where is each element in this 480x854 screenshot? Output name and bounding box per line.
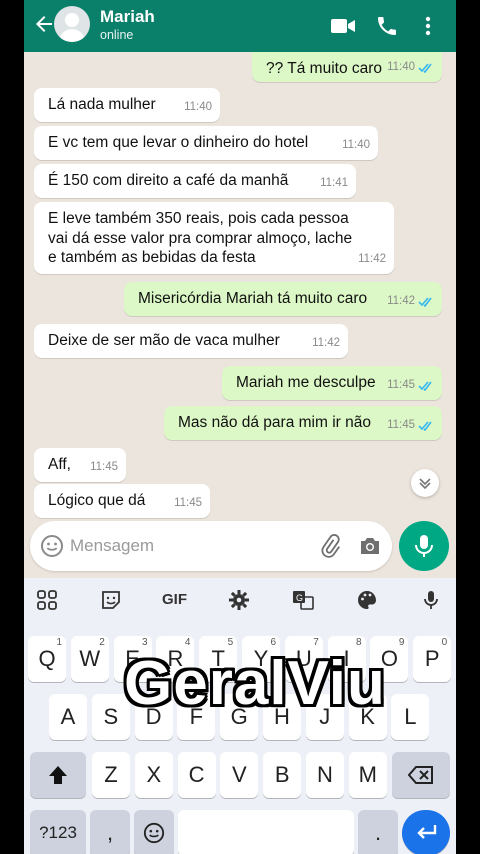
more-options-icon[interactable] [420, 14, 436, 38]
voice-call-icon[interactable] [374, 14, 400, 38]
microphone-icon[interactable] [420, 589, 442, 611]
message-incoming[interactable]: Aff, 11:45 [34, 448, 126, 482]
key-q[interactable]: Q1 [28, 636, 66, 682]
enter-key[interactable] [402, 810, 450, 854]
watermark: GeralViu [124, 649, 386, 718]
avatar[interactable] [54, 6, 90, 42]
key-w[interactable]: W2 [70, 636, 109, 682]
read-ticks-icon [418, 297, 432, 307]
key-p[interactable]: P0 [413, 636, 452, 682]
message-incoming[interactable]: E vc tem que levar o dinheiro do hotel 1… [34, 126, 378, 160]
double-chevron-down-icon [419, 478, 431, 490]
read-ticks-icon [418, 421, 432, 431]
back-arrow-icon[interactable] [32, 12, 56, 36]
message-incoming[interactable]: Deixe de ser mão de vaca mulher 11:42 [34, 324, 348, 358]
message-outgoing[interactable]: Mas não dá para mim ir não 11:45 [164, 406, 442, 440]
attach-icon[interactable] [318, 534, 342, 558]
message-incoming[interactable]: Lá nada mulher 11:40 [34, 88, 220, 122]
read-ticks-icon [418, 381, 432, 391]
read-ticks-icon [418, 63, 432, 73]
comma-key[interactable]: , [90, 810, 130, 854]
scroll-to-bottom-button[interactable] [411, 469, 439, 497]
emoji-icon [143, 822, 165, 844]
symbols-key[interactable]: ?123 [30, 810, 86, 854]
contact-name[interactable]: Mariah [100, 7, 155, 27]
message-incoming[interactable]: E leve também 350 reais, pois cada pesso… [34, 202, 394, 274]
apps-grid-icon[interactable] [36, 589, 58, 611]
translate-icon[interactable]: G [292, 589, 314, 611]
backspace-key[interactable] [392, 752, 450, 798]
palette-icon[interactable] [356, 589, 378, 611]
gif-button[interactable]: GIF [162, 591, 187, 608]
key-x[interactable]: X [134, 752, 173, 798]
sticker-icon[interactable] [100, 589, 122, 611]
camera-icon[interactable] [358, 535, 382, 557]
key-m[interactable]: M [348, 752, 387, 798]
message-input[interactable]: Mensagem [70, 536, 154, 556]
shift-arrow-icon [49, 766, 67, 784]
key-n[interactable]: N [306, 752, 344, 798]
message-list[interactable]: ?? Tá muito caro 11:40 Lá nada mulher 11… [24, 52, 456, 520]
key-z[interactable]: Z [92, 752, 130, 798]
emoji-icon[interactable] [40, 534, 64, 558]
emoji-key[interactable] [134, 810, 174, 854]
message-incoming[interactable]: Lógico que dá 11:45 [34, 484, 210, 518]
message-incoming[interactable]: É 150 com direito a café da manhã 11:41 [34, 164, 356, 198]
key-l[interactable]: L [391, 694, 430, 740]
video-call-icon[interactable] [330, 14, 356, 38]
voice-message-button[interactable] [399, 521, 449, 571]
backspace-icon [408, 766, 433, 784]
svg-text:G: G [296, 593, 303, 603]
space-key[interactable] [178, 810, 354, 854]
key-b[interactable]: B [263, 752, 302, 798]
period-key[interactable]: . [358, 810, 398, 854]
contact-status: online [100, 28, 134, 42]
message-outgoing[interactable]: ?? Tá muito caro 11:40 [252, 52, 442, 82]
enter-arrow-icon [417, 825, 437, 839]
microphone-icon [415, 535, 433, 557]
shift-key[interactable] [30, 752, 86, 798]
message-composer: Mensagem [30, 521, 392, 571]
phone-screen: Mariah online ?? Tá muito caro 11:40 Lá … [24, 0, 456, 854]
message-outgoing[interactable]: Mariah me desculpe 11:45 [222, 366, 442, 400]
chat-header: Mariah online [24, 0, 456, 52]
key-c[interactable]: C [177, 752, 216, 798]
message-outgoing[interactable]: Misericórdia Mariah tá muito caro 11:42 [124, 282, 442, 316]
key-v[interactable]: V [220, 752, 259, 798]
settings-gear-icon[interactable] [228, 589, 250, 611]
key-a[interactable]: A [49, 694, 87, 740]
